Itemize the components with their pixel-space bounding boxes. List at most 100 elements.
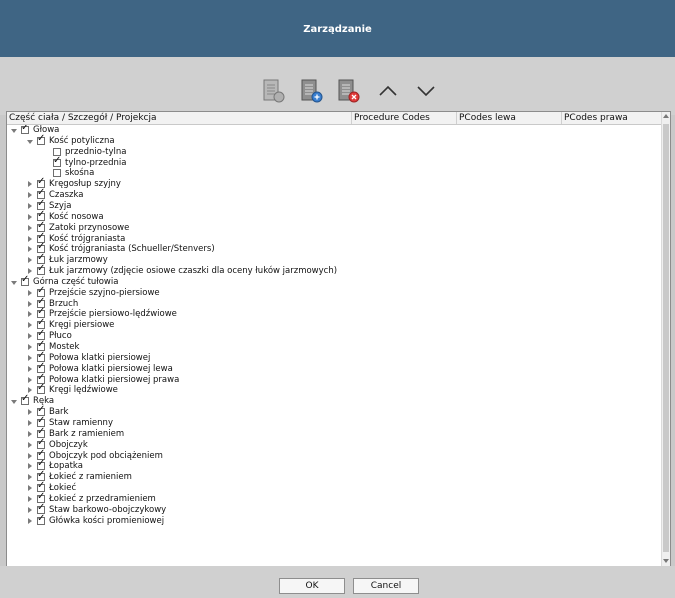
collapse-arrow-icon[interactable] [28,311,32,318]
collapse-arrow-icon[interactable] [28,202,32,209]
tree-row[interactable]: ✓ Brzuch [7,296,662,310]
checkmark-icon: ✓ [37,208,46,220]
tree-row[interactable]: skośna [7,168,662,179]
dialog-footer: OK Cancel [0,566,675,598]
tree-row[interactable]: ✓ Łokieć z ramieniem [7,470,662,483]
expand-arrow-icon[interactable] [11,129,17,133]
collapse-arrow-icon[interactable] [28,441,32,448]
row-checkbox[interactable]: ✓ [21,274,29,286]
row-checkbox[interactable]: ✓ [21,394,29,406]
expand-arrow-icon[interactable] [11,400,17,405]
vertical-scrollbar[interactable] [661,112,670,566]
tree-row[interactable]: ✓ Połowa klatki piersiowej prawa [7,372,662,386]
row-checkbox[interactable] [53,169,61,178]
expand-arrow-icon[interactable] [11,280,17,285]
collapse-arrow-icon[interactable] [28,354,32,361]
collapse-arrow-icon[interactable] [28,506,32,513]
tree-row[interactable]: ✓ Bark [7,405,662,418]
collapse-arrow-icon[interactable] [28,333,32,340]
row-checkbox[interactable]: ✓ [37,513,45,525]
collapse-arrow-icon[interactable] [28,376,32,383]
tree-row[interactable]: ✓ Zatoki przynosowe [7,220,662,234]
tree-row[interactable]: ✓ Kość nosowa [7,208,662,223]
column-header-pcodes-right[interactable]: PCodes prawa [562,112,662,124]
tree-row[interactable]: ✓ Ręka [7,394,662,407]
tree-row[interactable]: ✓ Kość trójgraniasta [7,231,662,245]
cancel-button[interactable]: Cancel [353,578,419,594]
tree-row[interactable]: ✓ Obojczyk pod obciążeniem [7,448,662,462]
collapse-arrow-icon[interactable] [28,246,32,253]
tree-row[interactable]: ✓ Przejście piersiowo-lędźwiowe [7,307,662,320]
column-header-procedure-codes[interactable]: Procedure Codes [352,112,457,124]
move-down-icon[interactable] [413,78,439,104]
row-checkbox[interactable]: ✓ [53,155,61,167]
collapse-arrow-icon[interactable] [28,430,32,437]
tree-row[interactable]: ✓ Łokieć z przedramieniem [7,491,662,505]
row-label: przednio-tylna [65,146,127,157]
collapse-arrow-icon[interactable] [28,452,32,459]
tree-row[interactable]: ✓ Czaszka [7,188,662,201]
tree-row[interactable]: ✓ Łuk jarzmowy (zdjęcie osiowe czaszki dl… [7,264,662,277]
tree-row[interactable]: przednio-tylna [7,147,662,158]
collapse-arrow-icon[interactable] [28,495,32,502]
row-label: Połowa klatki piersiowej lewa [49,363,173,374]
tree-row[interactable]: ✓ Kość potyliczna [7,133,662,147]
tree-row[interactable]: ✓ Bark z ramieniem [7,426,662,440]
row-checkbox[interactable]: ✓ [37,133,45,145]
tree-row[interactable]: ✓ Przejście szyjno-piersiowe [7,285,662,299]
tree-row[interactable]: ✓ Staw barkowo-obojczykowy [7,502,662,516]
collapse-arrow-icon[interactable] [28,474,32,481]
tree-row[interactable]: ✓ Kręgi lędźwiowe [7,383,662,396]
tree-row[interactable]: ✓ Kręgi piersiowe [7,318,662,331]
body-part-tree[interactable]: Część ciała / Szczegół / Projekcja Proce… [6,111,671,567]
tree-row[interactable]: ✓ Staw ramienny [7,415,662,429]
tree-row[interactable]: ✓ Łokieć [7,481,662,494]
tree-row[interactable]: ✓ Połowa klatki piersiowej [7,350,662,364]
collapse-arrow-icon[interactable] [28,419,32,426]
row-checkbox[interactable]: ✓ [21,125,29,134]
row-label: Czaszka [49,190,84,201]
collapse-arrow-icon[interactable] [28,257,32,264]
tree-row[interactable]: ✓ Głowa [7,125,662,136]
tree-row[interactable]: ✓ Mostek [7,340,662,353]
collapse-arrow-icon[interactable] [28,517,32,524]
collapse-arrow-icon[interactable] [28,289,32,296]
scroll-down-icon[interactable] [663,559,669,563]
ok-button[interactable]: OK [279,578,345,594]
row-checkbox[interactable]: ✓ [37,264,45,276]
collapse-arrow-icon[interactable] [28,344,32,350]
collapse-arrow-icon[interactable] [28,409,32,416]
column-header-body-part[interactable]: Część ciała / Szczegół / Projekcja [7,112,352,124]
scroll-thumb[interactable] [663,124,669,552]
edit-icon[interactable] [299,78,325,104]
collapse-arrow-icon[interactable] [28,235,32,242]
tree-row[interactable]: ✓ Kręgosłup szyjny [7,177,662,190]
collapse-arrow-icon[interactable] [28,213,32,220]
tree-row[interactable]: ✓ tylno-przednia [7,155,662,169]
collapse-arrow-icon[interactable] [28,300,32,307]
tree-row[interactable]: ✓ Połowa klatki piersiowej lewa [7,361,662,375]
tree-row[interactable]: ✓ Płuco [7,329,662,342]
checkmark-icon: ✓ [37,252,46,264]
collapse-arrow-icon[interactable] [28,365,32,372]
tree-row[interactable]: ✓ Łuk jarzmowy [7,252,662,266]
collapse-arrow-icon[interactable] [28,485,32,492]
tree-row[interactable]: ✓ Górna część tułowia [7,274,662,288]
tree-row[interactable]: ✓ Szyja [7,198,662,212]
tree-row[interactable]: ✓ Kość trójgraniasta (Schueller/Stenvers) [7,242,662,255]
collapse-arrow-icon[interactable] [28,322,32,329]
tree-row[interactable]: ✓ Główka kości promieniowej [7,513,662,527]
collapse-arrow-icon[interactable] [28,181,32,188]
add-icon[interactable] [261,78,287,104]
collapse-arrow-icon[interactable] [28,192,32,199]
tree-row[interactable]: ✓ Obojczyk [7,437,662,451]
tree-row[interactable]: ✓ Łopatka [7,459,662,472]
delete-icon[interactable] [336,78,362,104]
expand-arrow-icon[interactable] [27,139,33,144]
collapse-arrow-icon[interactable] [28,224,32,231]
collapse-arrow-icon[interactable] [28,463,32,470]
scroll-up-icon[interactable] [663,114,669,118]
column-header-pcodes-left[interactable]: PCodes lewa [457,112,562,124]
row-checkbox[interactable]: ✓ [37,383,45,395]
move-up-icon[interactable] [375,78,401,104]
